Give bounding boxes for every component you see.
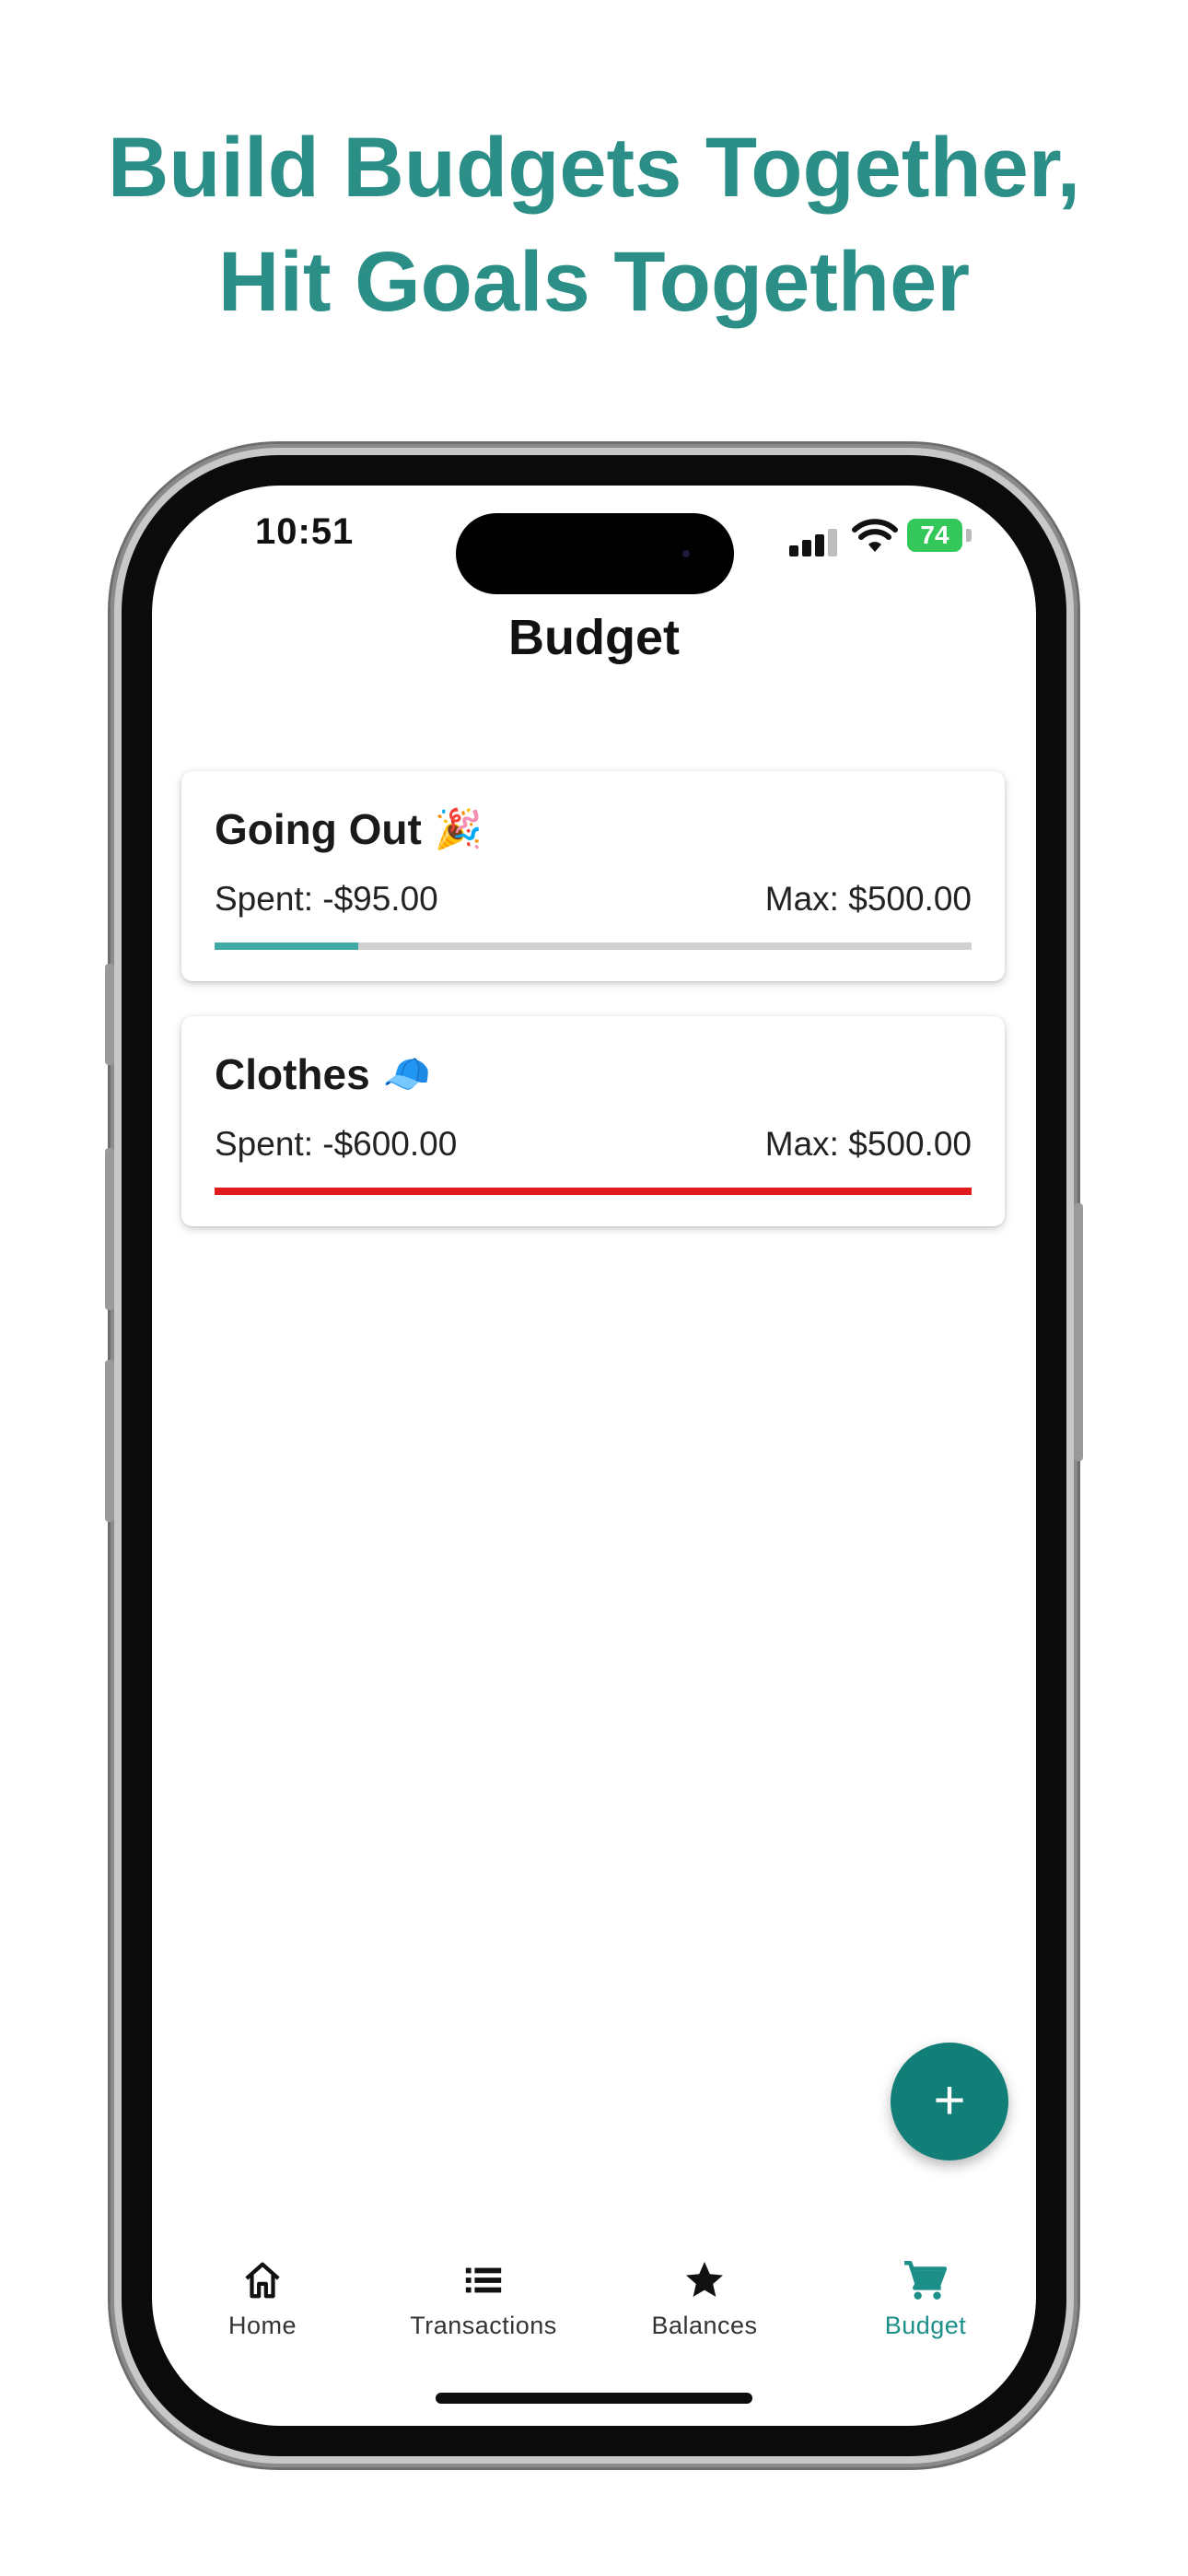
add-budget-button[interactable]: + xyxy=(891,2043,1008,2160)
budget-progress-fill xyxy=(215,1188,972,1195)
power-button xyxy=(1074,1203,1083,1461)
volume-up-button xyxy=(105,1148,114,1310)
party-popper-icon: 🎉 xyxy=(434,806,483,850)
budget-progress-track xyxy=(215,1188,972,1195)
nav-label: Transactions xyxy=(410,2312,557,2339)
battery-nub xyxy=(966,529,972,542)
status-time: 10:51 xyxy=(255,511,355,552)
star-icon xyxy=(594,2254,815,2306)
home-indicator[interactable] xyxy=(436,2393,752,2404)
budget-spent: Spent: -$600.00 xyxy=(215,1125,458,1163)
wifi-icon xyxy=(852,519,898,552)
silent-switch xyxy=(105,964,114,1065)
camera-dot xyxy=(682,550,690,557)
battery-icon: 74 xyxy=(907,519,962,552)
cap-icon: 🧢 xyxy=(382,1051,431,1095)
budget-name: Going Out xyxy=(215,805,422,853)
nav-label: Budget xyxy=(884,2312,967,2339)
budget-card-clothes[interactable]: Clothes 🧢 Spent: -$600.00 Max: $500.00 xyxy=(181,1016,1005,1226)
budget-progress-track xyxy=(215,943,972,950)
bottom-navigation: Home Transactions Balances Budget xyxy=(152,2254,1036,2365)
cellular-signal-icon xyxy=(789,527,844,556)
volume-down-button xyxy=(105,1360,114,1522)
cart-icon xyxy=(815,2254,1036,2306)
headline-line-1: Build Budgets Together, xyxy=(107,121,1081,215)
nav-item-home[interactable]: Home xyxy=(152,2254,373,2340)
budget-card-title: Clothes 🧢 xyxy=(215,1049,431,1099)
promo-headline: Build Budgets Together, Hit Goals Togeth… xyxy=(0,111,1188,339)
battery-level: 74 xyxy=(920,521,949,549)
budget-name: Clothes xyxy=(215,1050,370,1098)
budget-card-title: Going Out 🎉 xyxy=(215,804,483,854)
home-icon xyxy=(152,2254,373,2306)
page-title: Budget xyxy=(508,610,680,665)
budget-max: Max: $500.00 xyxy=(764,1125,972,1163)
nav-label: Home xyxy=(227,2312,297,2339)
plus-icon: + xyxy=(933,2069,966,2131)
budget-progress-fill xyxy=(215,943,359,950)
dynamic-island xyxy=(456,513,734,594)
nav-item-budget[interactable]: Budget xyxy=(815,2254,1036,2340)
list-icon xyxy=(373,2254,594,2306)
budget-spent: Spent: -$95.00 xyxy=(215,880,438,918)
phone-screen: 10:51 74 Budget Going Out 🎉 Spent: -$95.… xyxy=(152,486,1036,2426)
budget-card-going-out[interactable]: Going Out 🎉 Spent: -$95.00 Max: $500.00 xyxy=(181,771,1005,981)
budget-max: Max: $500.00 xyxy=(764,880,972,918)
nav-item-transactions[interactable]: Transactions xyxy=(373,2254,594,2340)
headline-line-2: Hit Goals Together xyxy=(217,235,971,329)
nav-label: Balances xyxy=(651,2312,758,2339)
nav-item-balances[interactable]: Balances xyxy=(594,2254,815,2340)
